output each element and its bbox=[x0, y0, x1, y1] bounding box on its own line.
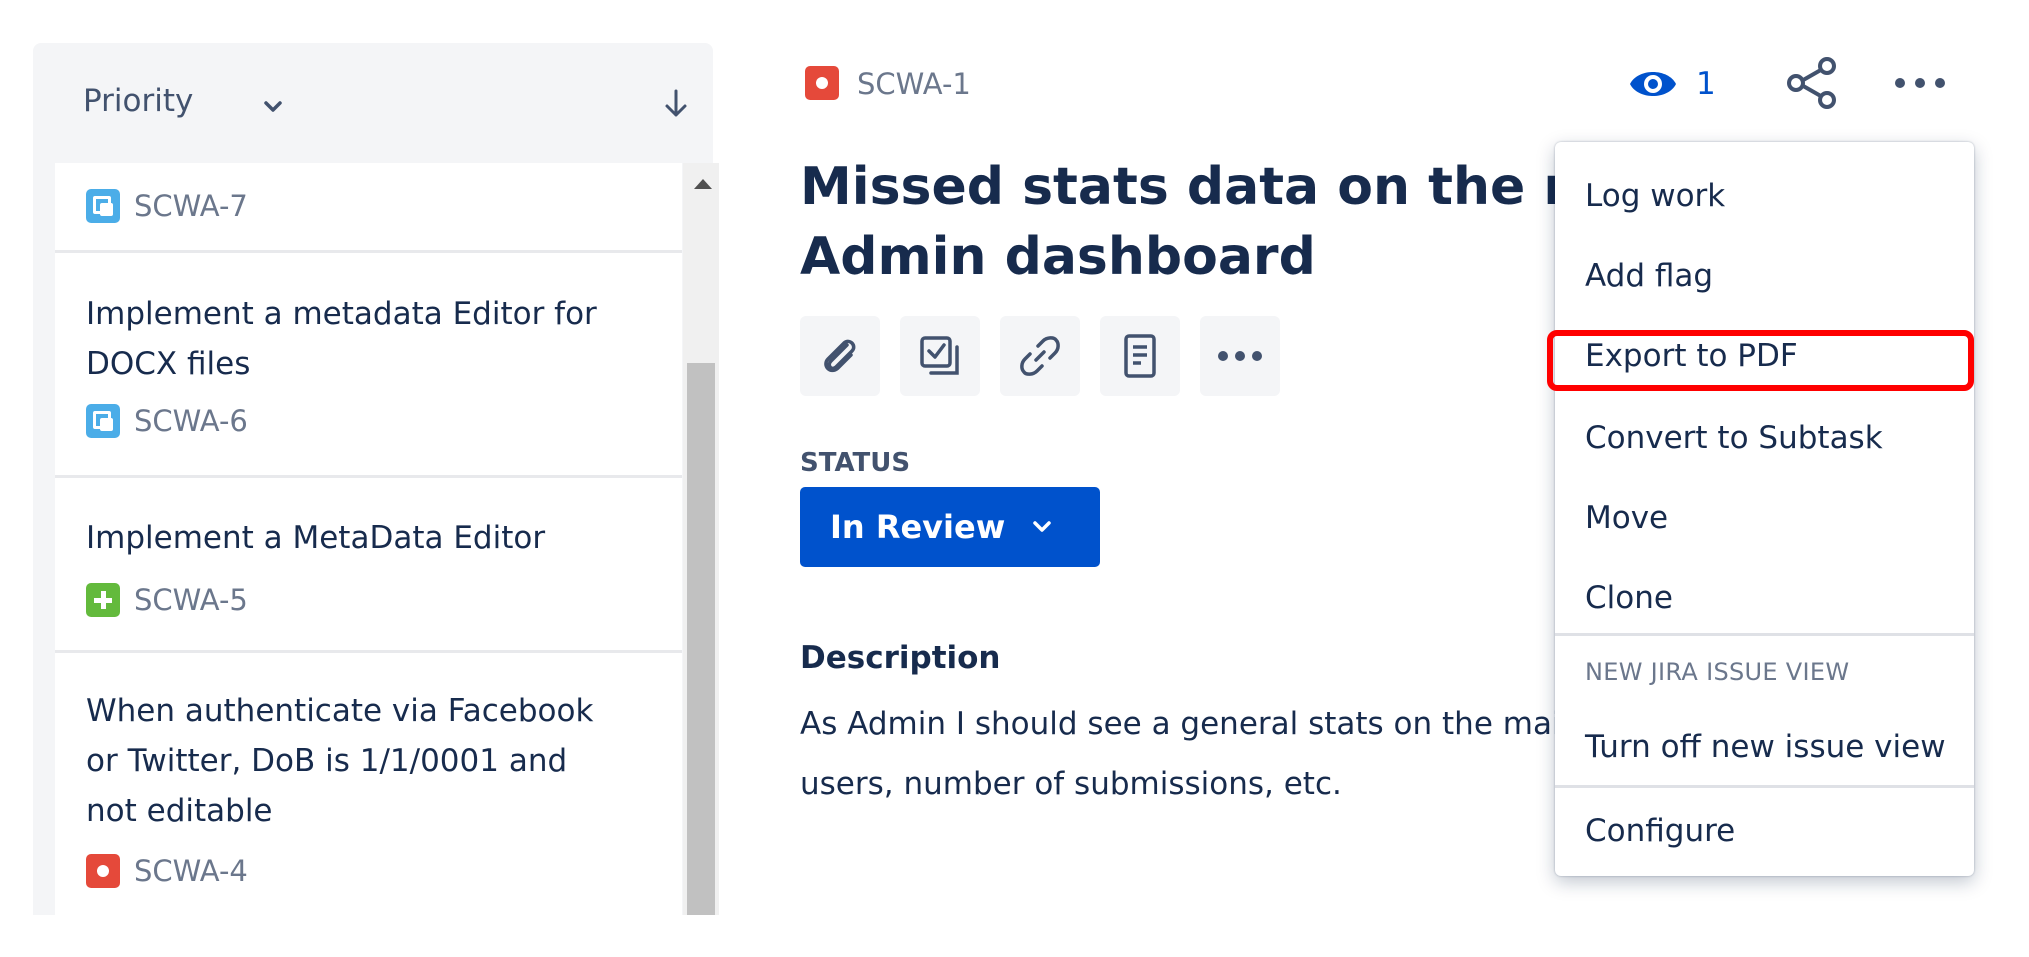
link-icon bbox=[1020, 336, 1060, 376]
breadcrumb-issue-key[interactable]: SCWA-1 bbox=[857, 66, 971, 102]
checklist-icon bbox=[920, 336, 959, 375]
eye-icon bbox=[1630, 72, 1676, 96]
list-item[interactable]: Implement a metadata Editor for DOCX fil… bbox=[55, 256, 682, 478]
description-heading: Description bbox=[800, 640, 1001, 676]
menu-group-heading: NEW JIRA ISSUE VIEW bbox=[1585, 658, 1850, 686]
description-text[interactable]: As Admin I should see a general stats on… bbox=[800, 694, 1560, 814]
issue-key: SCWA-4 bbox=[86, 853, 248, 889]
story-type-icon bbox=[86, 583, 120, 617]
attach-button[interactable] bbox=[800, 316, 880, 396]
share-icon[interactable] bbox=[1784, 56, 1840, 110]
paperclip-icon bbox=[824, 339, 856, 373]
add-page-button[interactable] bbox=[1100, 316, 1180, 396]
issue-key: SCWA-6 bbox=[86, 403, 248, 439]
scrollbar-thumb[interactable] bbox=[687, 363, 715, 915]
sort-bar: Priority bbox=[33, 43, 713, 163]
menu-item-clone[interactable]: Clone bbox=[1555, 558, 1974, 638]
highlight-annotation bbox=[1547, 330, 1974, 391]
list-item[interactable]: When authenticate via Facebook or Twitte… bbox=[55, 656, 682, 915]
bug-type-icon bbox=[805, 66, 839, 100]
chevron-down-icon bbox=[1033, 521, 1051, 532]
more-quick-actions-button[interactable] bbox=[1200, 316, 1280, 396]
menu-item-convert-subtask[interactable]: Convert to Subtask bbox=[1555, 398, 1974, 478]
menu-divider bbox=[1555, 785, 1974, 788]
menu-item-add-flag[interactable]: Add flag bbox=[1555, 236, 1974, 316]
issue-list: SCWA-7 Implement a metadata Editor for D… bbox=[55, 163, 682, 915]
subtask-type-icon bbox=[86, 189, 120, 223]
scroll-up-arrow-icon[interactable] bbox=[694, 179, 712, 189]
menu-item-move[interactable]: Move bbox=[1555, 478, 1974, 558]
bug-type-icon bbox=[86, 854, 120, 888]
more-actions-icon[interactable] bbox=[1890, 60, 1950, 106]
list-item[interactable]: SCWA-7 bbox=[55, 163, 682, 253]
menu-item-turn-off-new-view[interactable]: Turn off new issue view bbox=[1555, 707, 1974, 787]
chevron-down-icon[interactable] bbox=[261, 95, 285, 119]
sort-direction-icon[interactable] bbox=[661, 87, 691, 121]
quick-actions-bar bbox=[800, 316, 1280, 396]
issue-key: SCWA-5 bbox=[86, 582, 248, 618]
link-issue-button[interactable] bbox=[1000, 316, 1080, 396]
menu-item-configure[interactable]: Configure bbox=[1555, 791, 1974, 871]
issue-summary: Implement a MetaData Editor bbox=[86, 520, 546, 556]
list-item[interactable]: Implement a MetaData Editor SCWA-5 bbox=[55, 481, 682, 653]
page-icon bbox=[1124, 334, 1156, 378]
subtask-type-icon bbox=[86, 404, 120, 438]
issue-summary: When authenticate via Facebook or Twitte… bbox=[86, 693, 594, 829]
more-icon bbox=[1218, 351, 1262, 361]
status-dropdown-button[interactable]: In Review bbox=[800, 487, 1100, 567]
issue-key: SCWA-7 bbox=[86, 188, 248, 224]
scrollbar[interactable] bbox=[683, 163, 719, 915]
menu-item-log-work[interactable]: Log work bbox=[1555, 156, 1974, 236]
more-actions-menu: Log work Add flag Export to PDF Convert … bbox=[1555, 142, 1974, 876]
menu-divider bbox=[1555, 633, 1974, 636]
issue-title[interactable]: Missed stats data on the main Admin dash… bbox=[800, 152, 1560, 292]
issue-list-panel: Priority SCWA-7 Implement a metadata Edi… bbox=[33, 43, 719, 915]
watch-button[interactable]: 1 bbox=[1628, 62, 1716, 106]
sort-field-dropdown[interactable]: Priority bbox=[83, 83, 193, 119]
status-label: STATUS bbox=[800, 448, 911, 478]
watcher-count: 1 bbox=[1696, 66, 1716, 102]
issue-summary: Implement a metadata Editor for DOCX fil… bbox=[86, 296, 597, 382]
create-subtask-button[interactable] bbox=[900, 316, 980, 396]
